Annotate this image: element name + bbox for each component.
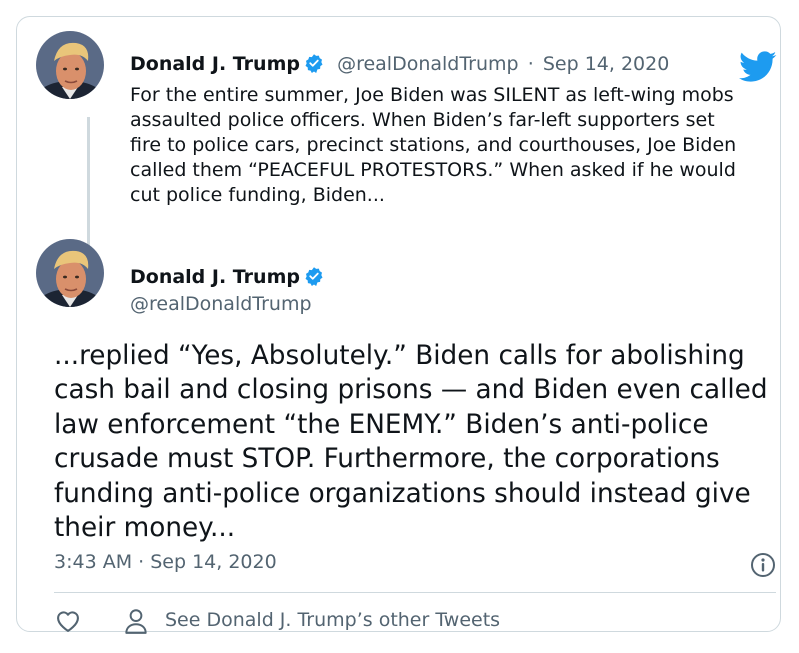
tweet-embed-card: Donald J. Trump @realDonaldTrump · Sep 1… [16, 16, 781, 635]
verified-badge-icon [304, 53, 324, 73]
main-handle[interactable]: @realDonaldTrump [130, 293, 312, 315]
tweet-timestamp[interactable]: 3:43 AM · Sep 14, 2020 [54, 551, 277, 573]
info-icon[interactable] [750, 552, 776, 578]
parent-tweet-header: Donald J. Trump @realDonaldTrump · Sep 1… [130, 53, 669, 75]
main-author-name[interactable]: Donald J. Trump [130, 266, 300, 288]
parent-tweet-text: For the entire summer, Joe Biden was SIL… [130, 84, 737, 206]
main-tweet-header: Donald J. Trump [130, 266, 324, 288]
see-other-tweets-link[interactable]: See Donald J. Trump’s other Tweets [165, 609, 500, 631]
person-icon[interactable] [123, 607, 149, 635]
main-tweet-text: ...replied “Yes, Absolutely.” Biden call… [54, 341, 768, 544]
twitter-bird-icon[interactable] [739, 51, 777, 83]
heart-icon[interactable] [54, 607, 82, 635]
parent-date[interactable]: Sep 14, 2020 [543, 53, 669, 75]
action-divider [54, 592, 776, 593]
verified-badge-icon [304, 266, 324, 286]
parent-separator: · [527, 53, 534, 75]
parent-handle[interactable]: @realDonaldTrump [337, 53, 519, 75]
parent-author-name[interactable]: Donald J. Trump [130, 53, 300, 75]
parent-avatar[interactable] [36, 31, 104, 99]
main-avatar[interactable] [36, 239, 104, 307]
thread-connector-line [87, 117, 90, 249]
